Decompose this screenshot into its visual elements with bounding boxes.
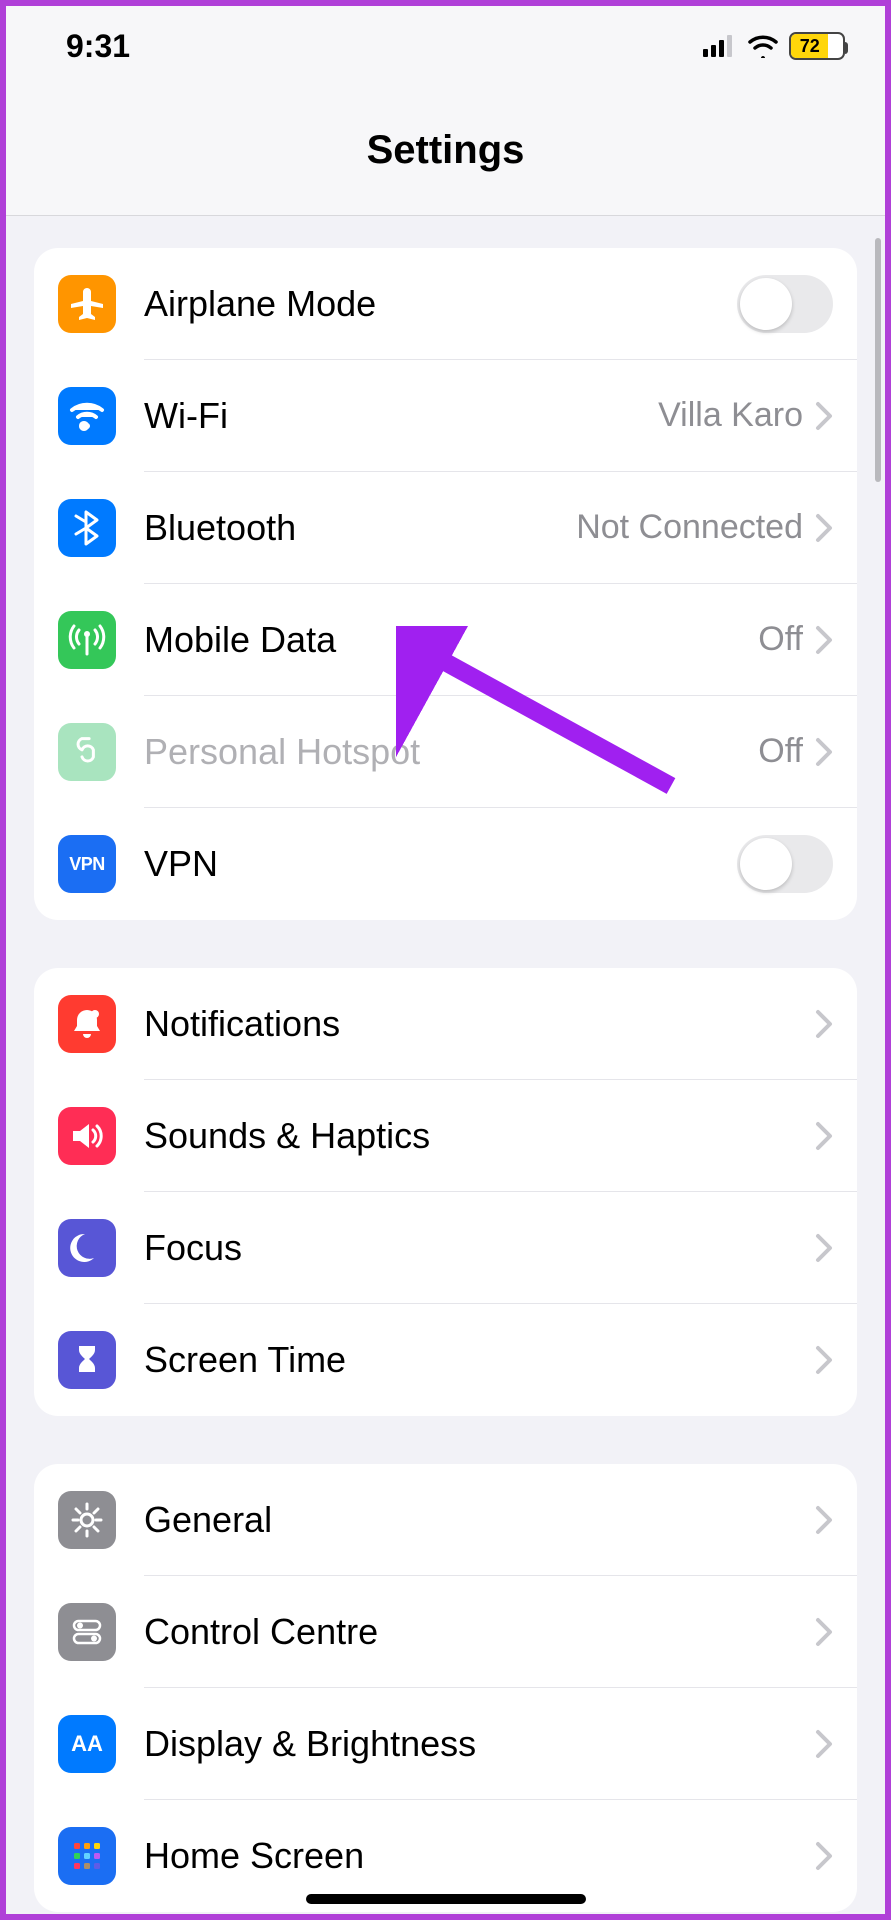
row-value: Off [758, 732, 815, 771]
row-label: Sounds & Haptics [144, 1115, 815, 1157]
row-label: Personal Hotspot [144, 731, 758, 773]
settings-content: Airplane Mode Wi-Fi Villa Karo Bluetooth… [6, 248, 885, 1912]
moon-icon [58, 1219, 116, 1277]
switches-icon [58, 1603, 116, 1661]
row-wifi[interactable]: Wi-Fi Villa Karo [34, 360, 857, 472]
chevron-right-icon [815, 1009, 833, 1039]
cellular-icon [703, 35, 737, 57]
row-label: Control Centre [144, 1611, 815, 1653]
status-bar: 9:31 72 [6, 6, 885, 86]
scroll-indicator[interactable] [875, 238, 881, 482]
wifi-status-icon [747, 34, 779, 58]
row-personal-hotspot[interactable]: Personal Hotspot Off [34, 696, 857, 808]
row-label: Display & Brightness [144, 1723, 815, 1765]
link-icon [58, 723, 116, 781]
settings-group-general: General Control Centre AA Display & Brig… [34, 1464, 857, 1912]
chevron-right-icon [815, 1345, 833, 1375]
row-mobile-data[interactable]: Mobile Data Off [34, 584, 857, 696]
grid-icon [58, 1827, 116, 1885]
settings-group-connectivity: Airplane Mode Wi-Fi Villa Karo Bluetooth… [34, 248, 857, 920]
bluetooth-icon [58, 499, 116, 557]
vpn-icon: VPN [58, 835, 116, 893]
airplane-toggle[interactable] [737, 275, 833, 333]
wifi-icon [58, 387, 116, 445]
chevron-right-icon [815, 1121, 833, 1151]
row-display-brightness[interactable]: AA Display & Brightness [34, 1688, 857, 1800]
row-label: Notifications [144, 1003, 815, 1045]
status-indicators: 72 [703, 32, 845, 60]
row-focus[interactable]: Focus [34, 1192, 857, 1304]
nav-title: Settings [6, 86, 885, 216]
airplane-icon [58, 275, 116, 333]
gear-icon [58, 1491, 116, 1549]
row-bluetooth[interactable]: Bluetooth Not Connected [34, 472, 857, 584]
chevron-right-icon [815, 625, 833, 655]
chevron-right-icon [815, 1617, 833, 1647]
chevron-right-icon [815, 1729, 833, 1759]
row-control-centre[interactable]: Control Centre [34, 1576, 857, 1688]
row-screen-time[interactable]: Screen Time [34, 1304, 857, 1416]
battery-level: 72 [791, 34, 828, 58]
battery-icon: 72 [789, 32, 845, 60]
chevron-right-icon [815, 513, 833, 543]
row-value: Not Connected [576, 508, 815, 547]
speaker-icon [58, 1107, 116, 1165]
chevron-right-icon [815, 737, 833, 767]
row-label: Screen Time [144, 1339, 815, 1381]
aa-icon: AA [58, 1715, 116, 1773]
vpn-toggle[interactable] [737, 835, 833, 893]
row-value: Off [758, 620, 815, 659]
bell-icon [58, 995, 116, 1053]
hourglass-icon [58, 1331, 116, 1389]
row-airplane-mode[interactable]: Airplane Mode [34, 248, 857, 360]
chevron-right-icon [815, 401, 833, 431]
row-label: Home Screen [144, 1835, 815, 1877]
row-vpn[interactable]: VPN VPN [34, 808, 857, 920]
chevron-right-icon [815, 1505, 833, 1535]
antenna-icon [58, 611, 116, 669]
row-sounds[interactable]: Sounds & Haptics [34, 1080, 857, 1192]
settings-group-notifications: Notifications Sounds & Haptics Focus [34, 968, 857, 1416]
row-label: Focus [144, 1227, 815, 1269]
row-notifications[interactable]: Notifications [34, 968, 857, 1080]
row-value: Villa Karo [658, 396, 815, 435]
chevron-right-icon [815, 1841, 833, 1871]
row-label: Airplane Mode [144, 283, 737, 325]
chevron-right-icon [815, 1233, 833, 1263]
row-label: Wi-Fi [144, 395, 658, 437]
row-general[interactable]: General [34, 1464, 857, 1576]
home-indicator[interactable] [306, 1894, 586, 1904]
row-label: General [144, 1499, 815, 1541]
row-label: Bluetooth [144, 507, 576, 549]
row-label: VPN [144, 843, 737, 885]
row-label: Mobile Data [144, 619, 758, 661]
status-time: 9:31 [66, 28, 130, 65]
